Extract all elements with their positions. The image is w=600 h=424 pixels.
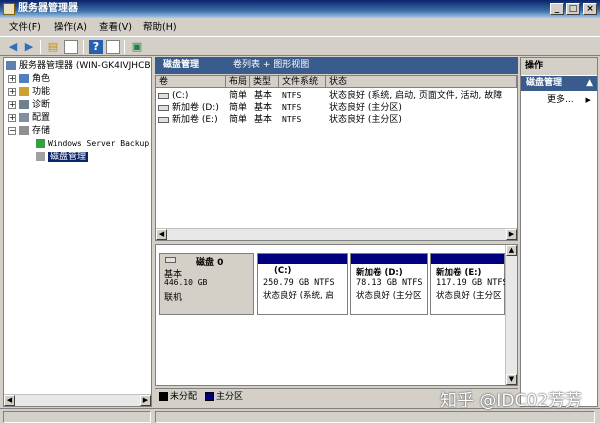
expand-icon[interactable]: +	[8, 74, 16, 83]
tree-item-configuration[interactable]: + 配置	[8, 112, 50, 124]
col-filesystem[interactable]: 文件系统	[279, 76, 326, 88]
minimize-button[interactable]: _	[550, 3, 564, 15]
scroll-left-icon[interactable]: ◀	[4, 395, 15, 406]
refresh-icon[interactable]: ▣	[130, 40, 144, 54]
expand-icon[interactable]: +	[8, 113, 16, 122]
close-button[interactable]: ×	[583, 3, 597, 15]
forward-icon[interactable]: ▶	[22, 40, 36, 54]
scroll-right-icon[interactable]: ▶	[140, 395, 151, 406]
expand-icon[interactable]: +	[8, 87, 16, 96]
tree-root[interactable]: 服务器管理器 (WIN-GK4IVJHCBR	[6, 60, 151, 72]
status-segment	[3, 411, 151, 423]
features-icon	[19, 87, 29, 96]
partition-d[interactable]: 新加卷 (D:) 78.13 GB NTFS 状态良好 (主分区	[350, 253, 428, 315]
menu-action[interactable]: 操作(A)	[54, 19, 87, 36]
menu-file[interactable]: 文件(F)	[9, 19, 41, 36]
expand-icon[interactable]: +	[8, 100, 16, 109]
properties-icon[interactable]	[106, 40, 120, 54]
window-title-bar[interactable]: 服务器管理器	[0, 0, 600, 18]
collapse-up-icon[interactable]: ▲	[586, 76, 593, 91]
app-icon	[3, 3, 15, 15]
collapse-icon[interactable]: −	[8, 126, 16, 135]
disk-status: 联机	[164, 293, 183, 303]
toolbar: ◀ ▶ ▤ ? ▣	[0, 36, 600, 56]
volume-icon	[158, 92, 169, 99]
navigation-tree[interactable]: 服务器管理器 (WIN-GK4IVJHCBR + 角色 + 功能 + 诊断 + 配置 −…	[3, 57, 152, 407]
up-folder-icon[interactable]: ▤	[46, 40, 60, 54]
more-actions-link[interactable]: 更多... ▶	[547, 94, 591, 106]
partition-e[interactable]: 新加卷 (E:) 117.19 GB NTFS 状态良好 (主分区	[430, 253, 506, 315]
watermark: 知乎 @IDC02芳芳	[440, 391, 583, 411]
primary-swatch	[205, 392, 214, 401]
storage-icon	[19, 126, 29, 135]
menu-help[interactable]: 帮助(H)	[143, 19, 177, 36]
legend-primary: 主分区	[205, 389, 243, 405]
disk-name: 磁盘 0	[196, 258, 224, 268]
scroll-down-icon[interactable]: ▼	[506, 374, 517, 385]
col-layout[interactable]: 布局	[226, 76, 250, 88]
tree-item-windows-server-backup[interactable]: Windows Server Backup	[36, 138, 149, 150]
tree-item-features[interactable]: + 功能	[8, 86, 50, 98]
window-title: 服务器管理器	[18, 3, 78, 14]
actions-pane: 操作 磁盘管理 ▲ 更多... ▶	[520, 57, 598, 407]
content-header: 磁盘管理 卷列表 + 图形视图	[155, 57, 518, 74]
scroll-up-icon[interactable]: ▲	[506, 245, 517, 256]
chevron-right-icon: ▶	[585, 96, 591, 104]
back-icon[interactable]: ◀	[6, 40, 20, 54]
col-status[interactable]: 状态	[326, 76, 517, 88]
volume-list[interactable]: 卷 布局 类型 文件系统 状态 (C:) 简单 基本 NTFS 状态良好 (系统…	[155, 75, 518, 241]
menu-bar: 文件(F) 操作(A) 查看(V) 帮助(H)	[0, 19, 600, 36]
tree-item-roles[interactable]: + 角色	[8, 73, 50, 85]
disk-info-panel[interactable]: 磁盘 0 基本 446.10 GB 联机	[159, 253, 254, 315]
disk-icon	[165, 257, 176, 263]
server-icon	[6, 61, 16, 70]
col-type[interactable]: 类型	[250, 76, 279, 88]
status-segment	[155, 411, 595, 423]
disk-vertical-scrollbar[interactable]: ▲ ▼	[505, 245, 517, 385]
scroll-left-icon[interactable]: ◀	[156, 229, 167, 240]
maximize-button[interactable]: □	[566, 3, 580, 15]
roles-icon	[19, 74, 29, 83]
scroll-right-icon[interactable]: ▶	[506, 229, 517, 240]
partition-c[interactable]: (C:) 250.79 GB NTFS 状态良好 (系统, 启	[257, 253, 348, 315]
disk-graphical-view[interactable]: 磁盘 0 基本 446.10 GB 联机 (C:) 250.79 GB NTFS…	[155, 244, 518, 386]
tree-horizontal-scrollbar[interactable]: ◀ ▶	[4, 394, 151, 406]
actions-section-disk-management[interactable]: 磁盘管理 ▲	[521, 76, 597, 91]
view-mode: 卷列表 + 图形视图	[233, 60, 310, 70]
tree-item-diagnostics[interactable]: + 诊断	[8, 99, 50, 111]
volume-icon	[158, 116, 169, 123]
table-horizontal-scrollbar[interactable]: ◀ ▶	[156, 228, 517, 240]
unallocated-swatch	[159, 392, 168, 401]
actions-title: 操作	[521, 58, 597, 75]
disk-management-icon	[36, 152, 45, 161]
content-title: 磁盘管理	[163, 60, 200, 70]
help-icon[interactable]: ?	[89, 40, 103, 54]
disk-size: 446.10 GB	[164, 278, 208, 287]
backup-icon	[36, 139, 45, 148]
col-volume[interactable]: 卷	[156, 76, 226, 88]
configuration-icon	[19, 113, 29, 122]
show-hide-tree-icon[interactable]	[64, 40, 78, 54]
volume-icon	[158, 104, 169, 111]
tree-item-storage[interactable]: − 存储	[8, 125, 50, 137]
menu-view[interactable]: 查看(V)	[99, 19, 132, 36]
tree-item-disk-management[interactable]: 磁盘管理	[36, 151, 89, 163]
legend-unallocated: 未分配	[159, 389, 197, 405]
diagnostics-icon	[19, 100, 29, 109]
